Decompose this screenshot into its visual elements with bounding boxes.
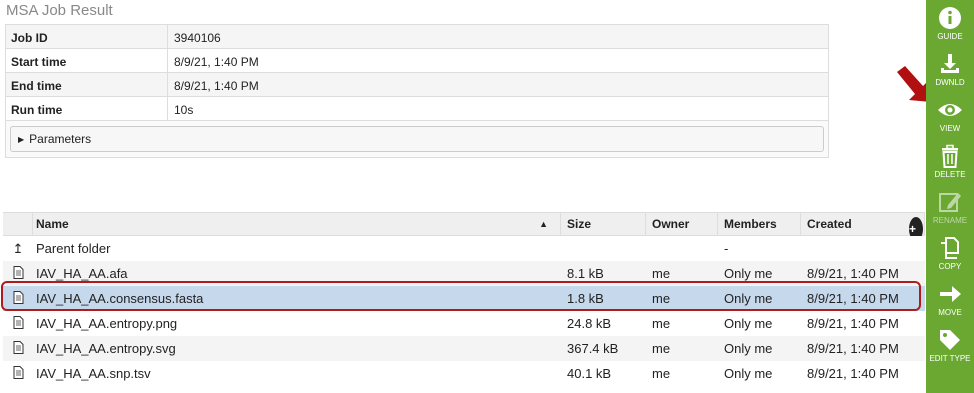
- file-row[interactable]: IAV_HA_AA.entropy.svg 367.4 kB me Only m…: [3, 336, 925, 361]
- download-icon: [941, 54, 959, 73]
- file-row-selected[interactable]: IAV_HA_AA.consensus.fasta 1.8 kB me Only…: [3, 286, 925, 311]
- info-value: 10s: [174, 103, 194, 117]
- file-size: 8.1 kB: [567, 266, 604, 281]
- info-key: Job ID: [6, 25, 168, 48]
- sort-up-icon: ▲: [539, 219, 548, 229]
- file-created: 8/9/21, 1:40 PM: [807, 366, 899, 381]
- page-title: MSA Job Result: [6, 2, 113, 19]
- parameters-section: ▶ Parameters: [6, 121, 828, 157]
- parameters-label: Parameters: [29, 132, 92, 146]
- action-sidebar: GUIDE DWNLD VIEW DELETE RENAME COPY MOVE: [926, 0, 974, 393]
- copy-icon: [941, 237, 959, 259]
- info-value: 8/9/21, 1:40 PM: [174, 55, 259, 69]
- file-size: 1.8 kB: [567, 291, 604, 306]
- delete-button[interactable]: DELETE: [926, 138, 974, 182]
- info-value: 8/9/21, 1:40 PM: [174, 79, 259, 93]
- rename-button[interactable]: RENAME: [926, 184, 974, 228]
- copy-button[interactable]: COPY: [926, 230, 974, 274]
- caret-right-icon: ▶: [18, 134, 25, 144]
- file-row[interactable]: IAV_HA_AA.entropy.png 24.8 kB me Only me…: [3, 311, 925, 336]
- file-created: 8/9/21, 1:40 PM: [807, 266, 899, 281]
- column-header-created[interactable]: Created: [801, 212, 925, 236]
- view-label: VIEW: [939, 124, 961, 133]
- info-icon: [939, 7, 961, 29]
- file-members: Only me: [724, 366, 773, 381]
- column-header-members[interactable]: Members: [718, 212, 801, 236]
- file-owner: me: [652, 341, 671, 356]
- eye-icon: [938, 104, 962, 116]
- file-size: 40.1 kB: [567, 366, 612, 381]
- move-button[interactable]: MOVE: [926, 276, 974, 320]
- file-members: Only me: [724, 341, 773, 356]
- file-owner: me: [652, 266, 671, 281]
- info-row-end-time: End time 8/9/21, 1:40 PM: [6, 73, 828, 97]
- trash-icon: [942, 144, 958, 168]
- file-list: Name ▲ Size Owner Members Created + ↥ Pa…: [3, 212, 925, 386]
- file-owner: me: [652, 291, 671, 306]
- copy-label: COPY: [938, 262, 962, 271]
- document-icon: [3, 315, 33, 332]
- tag-icon: [940, 330, 960, 350]
- column-header-owner[interactable]: Owner: [646, 212, 718, 236]
- column-header-size[interactable]: Size: [561, 212, 646, 236]
- file-created: 8/9/21, 1:40 PM: [807, 291, 899, 306]
- file-name: Parent folder: [36, 241, 111, 256]
- column-name-label: Name: [36, 217, 69, 231]
- file-list-header: Name ▲ Size Owner Members Created +: [3, 212, 925, 241]
- guide-label: GUIDE: [937, 32, 963, 41]
- delete-label: DELETE: [934, 170, 966, 179]
- document-icon: [3, 265, 33, 282]
- guide-button[interactable]: GUIDE: [926, 0, 974, 44]
- up-arrow-icon: ↥: [12, 240, 24, 256]
- file-size: 367.4 kB: [567, 341, 619, 356]
- document-icon: [3, 340, 33, 357]
- download-label: DWNLD: [935, 78, 965, 87]
- job-info-table: Job ID 3940106 Start time 8/9/21, 1:40 P…: [5, 24, 829, 158]
- header-icon-col: [3, 212, 33, 236]
- file-owner: me: [652, 316, 671, 331]
- document-icon: [3, 290, 33, 307]
- info-value: 3940106: [174, 31, 221, 45]
- arrow-right-icon: [940, 286, 961, 302]
- move-label: MOVE: [938, 308, 962, 317]
- file-row[interactable]: IAV_HA_AA.afa 8.1 kB me Only me 8/9/21, …: [3, 261, 925, 286]
- info-key: Start time: [6, 49, 168, 72]
- parent-folder-row[interactable]: ↥ Parent folder -: [3, 236, 925, 261]
- file-created: 8/9/21, 1:40 PM: [807, 316, 899, 331]
- file-members: Only me: [724, 316, 773, 331]
- view-button[interactable]: VIEW: [926, 92, 974, 136]
- rename-label: RENAME: [932, 216, 968, 225]
- file-members: -: [724, 241, 729, 256]
- file-size: 24.8 kB: [567, 316, 612, 331]
- info-key: End time: [6, 73, 168, 96]
- info-row-job-id: Job ID 3940106: [6, 25, 828, 49]
- file-name: IAV_HA_AA.consensus.fasta: [36, 291, 204, 306]
- file-name: IAV_HA_AA.snp.tsv: [36, 366, 151, 381]
- file-name: IAV_HA_AA.entropy.svg: [36, 341, 176, 356]
- file-created: 8/9/21, 1:40 PM: [807, 341, 899, 356]
- parameters-toggle[interactable]: ▶ Parameters: [10, 126, 824, 152]
- info-row-start-time: Start time 8/9/21, 1:40 PM: [6, 49, 828, 73]
- file-name: IAV_HA_AA.afa: [36, 266, 128, 281]
- edit-icon: [939, 193, 961, 212]
- edit-type-button[interactable]: EDIT TYPE: [926, 322, 974, 366]
- file-members: Only me: [724, 266, 773, 281]
- file-row[interactable]: IAV_HA_AA.snp.tsv 40.1 kB me Only me 8/9…: [3, 361, 925, 386]
- file-owner: me: [652, 366, 671, 381]
- download-button[interactable]: DWNLD: [926, 46, 974, 90]
- column-header-name[interactable]: Name ▲: [33, 212, 561, 236]
- app-root: MSA Job Result Job ID 3940106 Start time…: [0, 0, 974, 393]
- info-row-run-time: Run time 10s: [6, 97, 828, 121]
- file-members: Only me: [724, 291, 773, 306]
- info-key: Run time: [6, 97, 168, 120]
- document-icon: [3, 365, 33, 382]
- file-name: IAV_HA_AA.entropy.png: [36, 316, 178, 331]
- edit-type-label: EDIT TYPE: [929, 354, 971, 363]
